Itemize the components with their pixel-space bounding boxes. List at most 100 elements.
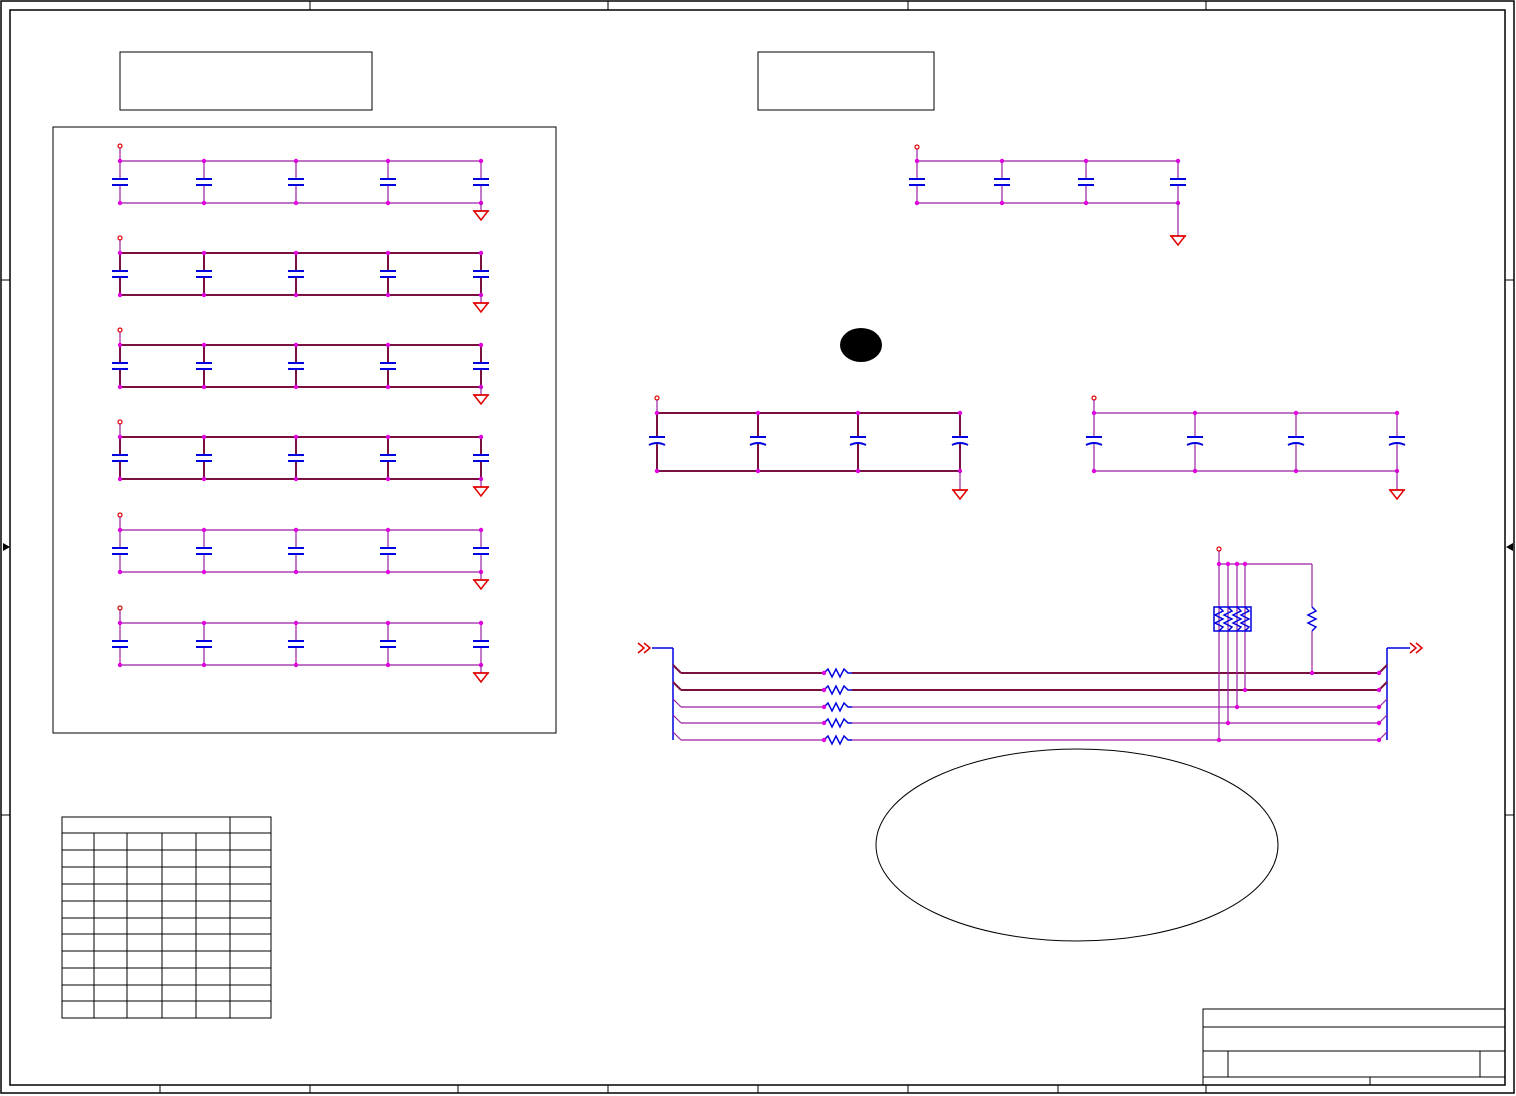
ground-icon xyxy=(1388,489,1406,501)
note-ellipse xyxy=(875,748,1279,942)
bus-entry xyxy=(672,698,682,708)
resistor-icon xyxy=(823,684,852,696)
power-pin-icon xyxy=(117,419,123,425)
capacitor-icon xyxy=(288,178,304,186)
resistor-icon xyxy=(823,717,852,729)
junction-dot xyxy=(293,569,299,575)
junction-dot xyxy=(201,476,207,482)
capacitor-icon xyxy=(473,454,489,462)
resistor-icon xyxy=(823,734,852,746)
capacitor-icon xyxy=(196,362,212,370)
capacitor-icon xyxy=(288,454,304,462)
junction-dot xyxy=(821,670,827,676)
capacitor-icon xyxy=(380,178,396,186)
junction-dot xyxy=(293,250,299,256)
junction-dot xyxy=(1192,468,1198,474)
junction-dot xyxy=(293,620,299,626)
power-pin-icon xyxy=(654,395,660,401)
revision-table xyxy=(61,816,272,1019)
capacitor-icon xyxy=(288,270,304,278)
junction-dot xyxy=(117,569,123,575)
resistor-icon xyxy=(1306,606,1318,632)
junction-dot xyxy=(385,158,391,164)
port-arrow-icon xyxy=(1409,642,1424,654)
junction-dot xyxy=(1234,561,1240,567)
ground-icon xyxy=(472,579,490,591)
power-pin-icon xyxy=(1091,395,1097,401)
junction-dot xyxy=(999,200,1005,206)
capacitor-icon xyxy=(473,640,489,648)
middle-decoupling-banks xyxy=(648,395,1406,501)
bus-section xyxy=(637,546,1424,746)
capacitor-icon xyxy=(112,270,128,278)
top-right-decoupling-bank xyxy=(909,144,1187,247)
junction-dot xyxy=(201,342,207,348)
capacitor-icon xyxy=(196,454,212,462)
title-block xyxy=(1202,1008,1506,1086)
capacitor-icon xyxy=(473,362,489,370)
junction-dot xyxy=(478,342,484,348)
junction-dot xyxy=(821,737,827,743)
junction-dot xyxy=(755,468,761,474)
junction-dot xyxy=(117,250,123,256)
capacitor-icon xyxy=(473,178,489,186)
junction-dot xyxy=(1225,720,1231,726)
capacitor-icon xyxy=(1388,436,1406,446)
junction-dot xyxy=(201,200,207,206)
capacitor-icon xyxy=(112,178,128,186)
center-markers xyxy=(3,543,1513,551)
junction-dot xyxy=(478,620,484,626)
junction-dot xyxy=(478,434,484,440)
capacitor-icon xyxy=(196,547,212,555)
junction-dot xyxy=(385,250,391,256)
capacitor-icon xyxy=(473,270,489,278)
junction-dot xyxy=(293,434,299,440)
capacitor-icon xyxy=(648,436,666,446)
junction-dot xyxy=(1091,468,1097,474)
decoupling-bank xyxy=(112,419,490,498)
junction-dot xyxy=(117,476,123,482)
junction-dot xyxy=(201,662,207,668)
junction-dot xyxy=(1376,737,1382,743)
junction-dot xyxy=(201,292,207,298)
decoupling-bank xyxy=(112,512,490,591)
junction-dot xyxy=(821,720,827,726)
junction-dot xyxy=(1293,468,1299,474)
bus-entry xyxy=(672,731,682,741)
capacitor-icon xyxy=(380,640,396,648)
ground-icon xyxy=(472,302,490,314)
capacitor-icon xyxy=(749,436,767,446)
zone-ticks xyxy=(1,1,1514,1093)
capacitor-icon xyxy=(1186,436,1204,446)
resistor-icon xyxy=(823,667,852,679)
junction-dot xyxy=(1376,720,1382,726)
capacitor-icon xyxy=(473,547,489,555)
junction-dot xyxy=(293,342,299,348)
junction-dot xyxy=(1216,561,1222,567)
junction-dot xyxy=(755,410,761,416)
junction-dot xyxy=(201,620,207,626)
junction-dot xyxy=(914,158,920,164)
decoupling-bank xyxy=(112,327,490,406)
resistor-icon xyxy=(823,701,852,713)
ground-icon xyxy=(472,394,490,406)
junction-dot xyxy=(201,384,207,390)
decoupling-bank xyxy=(648,395,969,501)
junction-dot xyxy=(117,662,123,668)
decoupling-bank xyxy=(112,235,490,314)
left-decoupling-banks xyxy=(112,143,490,684)
junction-dot xyxy=(385,384,391,390)
capacitor-icon xyxy=(380,454,396,462)
junction-dot xyxy=(957,410,963,416)
junction-dot xyxy=(654,468,660,474)
junction-dot xyxy=(1083,158,1089,164)
power-pin-icon xyxy=(117,605,123,611)
junction-dot xyxy=(821,687,827,693)
capacitor-icon xyxy=(112,454,128,462)
junction-dot xyxy=(385,342,391,348)
power-pin-icon xyxy=(117,235,123,241)
junction-dot xyxy=(654,410,660,416)
port-arrow-icon xyxy=(637,642,652,654)
junction-dot xyxy=(1091,410,1097,416)
capacitor-icon xyxy=(380,270,396,278)
